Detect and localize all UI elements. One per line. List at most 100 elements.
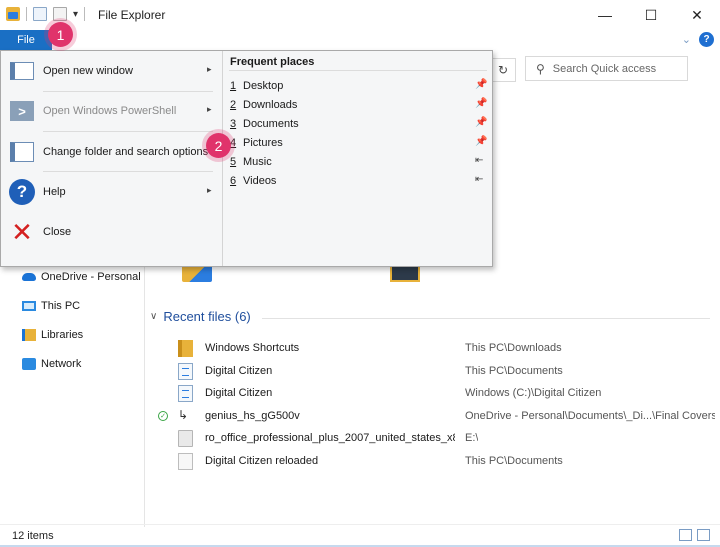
frequent-place-downloads[interactable]: 2 Downloads 📌: [230, 96, 492, 115]
place-label: Music: [243, 156, 272, 168]
access-key: 5: [230, 156, 237, 168]
frequent-place-videos[interactable]: 6 Videos ⇤: [230, 172, 492, 191]
menu-item-label: Close: [43, 226, 72, 238]
customize-toolbar-dropdown-icon[interactable]: ▾: [73, 9, 78, 20]
submenu-arrow-icon: ▸: [207, 64, 212, 74]
close-icon: ✕: [11, 217, 33, 247]
search-input[interactable]: ⚲ Search Quick access: [525, 56, 688, 81]
recent-files-heading: Recent files (6): [163, 309, 251, 324]
document-icon: [178, 362, 193, 380]
file-name: genius_hs_gG500v: [205, 409, 300, 422]
document-icon: [178, 385, 193, 403]
access-key: 6: [230, 175, 237, 187]
unpinned-icon[interactable]: ⇤: [475, 155, 483, 166]
close-window-button[interactable]: ✕: [674, 0, 720, 30]
table-row[interactable]: ro_office_professional_plus_2007_united_…: [158, 427, 720, 450]
shortcut-icon: [178, 408, 193, 425]
frequent-places-panel: Frequent places 1 Desktop 📌 2 Downloads …: [223, 51, 492, 266]
nav-item-network[interactable]: Network: [0, 349, 144, 378]
pin-icon[interactable]: 📌: [475, 136, 487, 147]
title-bar: ▾ File Explorer — ☐ ✕: [0, 0, 720, 30]
minimize-button[interactable]: —: [582, 0, 628, 30]
refresh-button[interactable]: ↻: [490, 58, 516, 82]
search-icon: ⚲: [536, 61, 545, 76]
recent-files-header[interactable]: ∨ Recent files (6): [150, 309, 251, 324]
menu-item-folder-options[interactable]: Change folder and search options: [1, 132, 222, 172]
place-label: Documents: [243, 118, 299, 130]
large-icons-view-icon[interactable]: [697, 529, 710, 541]
file-name: ro_office_professional_plus_2007_united_…: [205, 432, 455, 445]
status-bar: 12 items: [0, 524, 720, 547]
menu-item-open-new-window[interactable]: Open new window ▸: [1, 51, 222, 91]
access-key: 2: [230, 99, 237, 111]
help-icon: ?: [9, 179, 35, 205]
pin-icon[interactable]: 📌: [475, 79, 487, 90]
file-location: E:\: [465, 432, 479, 445]
window-title: File Explorer: [98, 8, 166, 22]
menu-item-close[interactable]: ✕ Close: [1, 212, 222, 252]
frequent-place-desktop[interactable]: 1 Desktop 📌: [230, 77, 492, 96]
menu-item-label: Open new window: [43, 65, 133, 77]
toolbar-separator: [84, 7, 86, 21]
access-key: 1: [230, 80, 237, 92]
sync-status-icon: ✓: [158, 410, 168, 421]
maximize-button[interactable]: ☐: [628, 0, 674, 30]
menu-item-help[interactable]: ? Help ▸: [1, 172, 222, 212]
file-name: Digital Citizen reloaded: [205, 454, 319, 467]
section-divider: [229, 70, 487, 71]
step-badge-2: 2: [206, 133, 231, 158]
file-name: Digital Citizen: [205, 387, 273, 400]
libraries-icon: [22, 328, 36, 341]
table-row[interactable]: Digital Citizen This PC\Documents: [158, 360, 720, 383]
file-name: Digital Citizen: [205, 364, 273, 377]
frequent-places-title: Frequent places: [230, 56, 315, 68]
powershell-icon: >: [9, 98, 35, 124]
navigation-pane: OneDrive - Personal This PC Libraries Ne…: [0, 262, 144, 378]
item-count: 12 items: [12, 530, 54, 542]
details-view-icon[interactable]: [679, 529, 692, 541]
new-folder-icon[interactable]: [53, 7, 67, 21]
frequent-place-music[interactable]: 5 Music ⇤: [230, 153, 492, 172]
disc-image-icon: [178, 430, 193, 448]
toolbar-separator: [26, 7, 27, 21]
access-key: 3: [230, 118, 237, 130]
table-row[interactable]: Windows Shortcuts This PC\Downloads: [158, 337, 720, 360]
file-explorer-app-icon[interactable]: [6, 7, 20, 21]
help-button[interactable]: ?: [699, 32, 714, 47]
submenu-arrow-icon: ▸: [207, 185, 212, 195]
file-location: Windows (C:)\Digital Citizen: [465, 387, 602, 400]
table-row[interactable]: ✓ genius_hs_gG500v OneDrive - Personal\D…: [158, 405, 720, 428]
pane-divider[interactable]: [144, 262, 145, 527]
file-menu: Open new window ▸ > Open Windows PowerSh…: [0, 50, 493, 267]
properties-icon[interactable]: [33, 7, 47, 21]
menu-item-open-powershell[interactable]: > Open Windows PowerShell ▸: [1, 91, 222, 131]
nav-item-libraries[interactable]: Libraries: [0, 320, 144, 349]
view-switcher: [679, 529, 710, 541]
step-badge-1: 1: [48, 22, 73, 47]
file-location: OneDrive - Personal\Documents\_Di...\Fin…: [465, 409, 715, 422]
frequent-place-documents[interactable]: 3 Documents 📌: [230, 115, 492, 134]
table-row[interactable]: Digital Citizen Windows (C:)\Digital Cit…: [158, 382, 720, 405]
file-location: This PC\Documents: [465, 454, 563, 467]
menu-item-label: Help: [43, 186, 66, 198]
unpinned-icon[interactable]: ⇤: [475, 174, 483, 185]
onedrive-icon: [22, 272, 36, 281]
window-controls: — ☐ ✕: [582, 0, 720, 30]
quick-access-toolbar: ▾: [6, 7, 86, 21]
new-window-icon: [9, 58, 35, 84]
file-tab[interactable]: File: [0, 30, 52, 50]
network-icon: [22, 357, 36, 370]
search-placeholder: Search Quick access: [552, 62, 657, 75]
menu-item-label: Open Windows PowerShell: [43, 105, 177, 117]
place-label: Desktop: [243, 80, 284, 92]
nav-item-this-pc[interactable]: This PC: [0, 291, 144, 320]
file-name: Windows Shortcuts: [205, 342, 300, 354]
expand-ribbon-chevron-icon[interactable]: ⌄: [682, 33, 691, 46]
frequent-place-pictures[interactable]: 4 Pictures 📌: [230, 134, 492, 153]
pin-icon[interactable]: 📌: [475, 117, 487, 128]
section-divider: [262, 318, 710, 319]
place-label: Pictures: [243, 137, 283, 149]
text-file-icon: [178, 452, 193, 470]
table-row[interactable]: Digital Citizen reloaded This PC\Documen…: [158, 450, 720, 473]
pin-icon[interactable]: 📌: [475, 98, 487, 109]
